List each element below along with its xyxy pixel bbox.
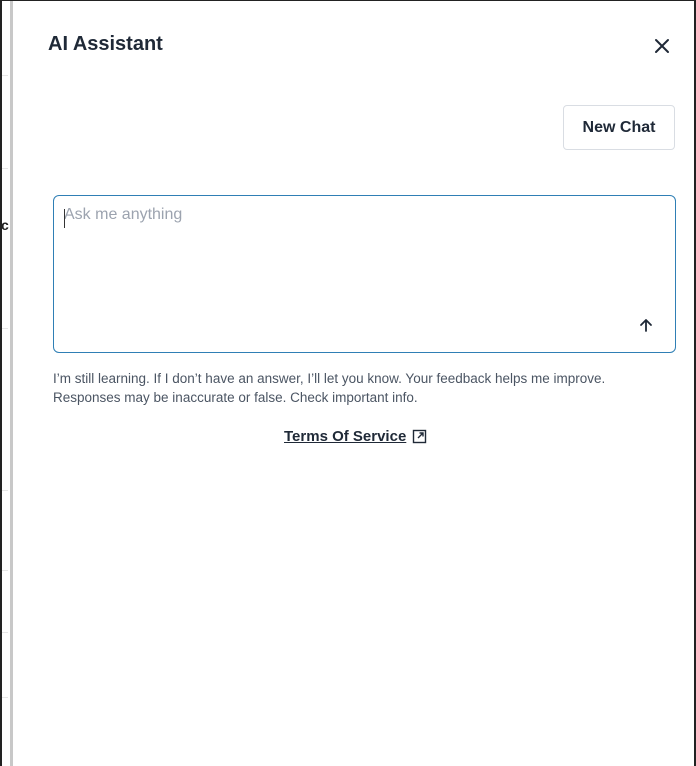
arrow-up-icon xyxy=(640,319,652,332)
panel-title: AI Assistant xyxy=(48,33,163,55)
disclaimer-text: I’m still learning. If I don’t have an a… xyxy=(53,371,606,405)
window-top-edge xyxy=(0,0,696,1)
chat-input[interactable] xyxy=(64,206,624,326)
text-caret xyxy=(64,209,65,228)
external-link-icon xyxy=(413,429,427,444)
new-chat-button[interactable]: New Chat xyxy=(563,105,675,150)
background-text-fragment: c xyxy=(1,217,9,233)
window-edge xyxy=(0,0,2,766)
ai-assistant-panel: AI Assistant New Chat I’m still learning… xyxy=(10,0,696,766)
terms-of-service-label[interactable]: Terms Of Service xyxy=(284,428,406,445)
close-button[interactable] xyxy=(650,34,674,58)
chat-input-box[interactable] xyxy=(53,195,676,353)
send-button[interactable] xyxy=(634,313,658,337)
terms-of-service-link[interactable]: Terms Of Service xyxy=(284,428,427,445)
close-icon xyxy=(655,39,669,53)
